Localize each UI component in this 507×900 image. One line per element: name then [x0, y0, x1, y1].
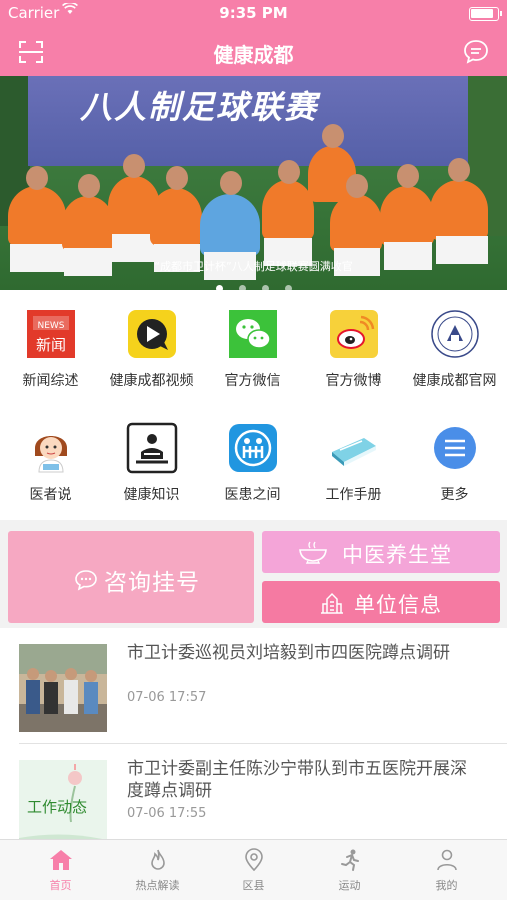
banner-page-indicator[interactable] — [0, 277, 507, 290]
home-icon — [49, 848, 73, 872]
doctor-avatar-icon — [25, 422, 77, 474]
news-icon: NEWS 新闻 — [25, 308, 77, 360]
flame-icon — [146, 848, 170, 872]
tab-label: 首页 — [49, 879, 72, 892]
page-title: 健康成都 — [213, 43, 294, 67]
grid-item-news[interactable]: NEWS 新闻 新闻综述 — [0, 308, 101, 390]
grid-item-label: 官方微信 — [224, 373, 281, 389]
banner-sign-text: 八人制足球联赛 — [80, 88, 319, 126]
nav-bar: 健康成都 — [0, 28, 507, 76]
news-thumbnail — [19, 644, 107, 732]
grid-item-label: 新闻综述 — [22, 373, 79, 389]
grid-item-website[interactable]: 健康成都官网 — [404, 308, 505, 390]
message-icon[interactable] — [463, 39, 489, 65]
grid-item-label: 健康知识 — [123, 487, 180, 503]
grid-item-wechat[interactable]: 官方微信 — [202, 308, 303, 390]
consult-register-label: 咨询挂号 — [104, 570, 200, 596]
building-icon — [320, 591, 344, 619]
wechat-icon — [227, 308, 279, 360]
grid-item-knowledge[interactable]: 健康知识 — [101, 422, 202, 504]
grid-item-label: 医者说 — [29, 487, 72, 503]
svg-text:NEWS: NEWS — [37, 321, 64, 331]
grid-item-doctor-patient[interactable]: 医患之间 — [202, 422, 303, 504]
news-list: 市卫计委巡视员刘培毅到市四医院蹲点调研 07-06 17:57 工作动态 市卫计… — [0, 628, 507, 839]
tab-bar: 首页 热点解读 区县 运动 我的 — [0, 839, 507, 900]
video-icon — [126, 308, 178, 360]
grid-item-label: 医患之间 — [224, 487, 281, 503]
tab-label: 我的 — [435, 879, 458, 892]
herbal-bowl-icon — [298, 540, 328, 568]
website-seal-icon — [429, 308, 481, 360]
tcm-wellness-button[interactable]: 中医养生堂 — [262, 531, 500, 573]
service-panel: 咨询挂号 中医养生堂 单位信息 — [0, 520, 507, 628]
weibo-icon — [328, 308, 380, 360]
banner-carousel[interactable]: 八人制足球联赛 “成都市卫计杯”八人制足球联赛圆满收官 — [0, 76, 507, 290]
more-icon — [429, 422, 481, 474]
tab-home[interactable]: 首页 — [10, 848, 111, 893]
grid-item-handbook[interactable]: 工作手册 — [303, 422, 404, 504]
tab-sports[interactable]: 运动 — [299, 848, 400, 893]
banner-caption: “成都市卫计杯”八人制足球联赛圆满收官 — [154, 260, 353, 273]
grid-item-label: 更多 — [440, 487, 469, 503]
location-icon — [242, 848, 266, 872]
news-title: 市卫计委巡视员刘培毅到市四医院蹲点调研 — [127, 643, 450, 663]
news-time: 07-06 17:57 — [127, 690, 207, 705]
grid-item-more[interactable]: 更多 — [404, 422, 505, 504]
unit-info-label: 单位信息 — [354, 593, 442, 617]
grid-item-label: 工作手册 — [325, 487, 382, 503]
grid-item-label: 官方微博 — [325, 373, 382, 389]
tab-districts[interactable]: 区县 — [203, 848, 304, 893]
grid-item-video[interactable]: 健康成都视频 — [101, 308, 202, 390]
news-thumbnail: 工作动态 — [19, 760, 107, 839]
news-item[interactable]: 工作动态 市卫计委副主任陈沙宁带队到市五医院开展深度蹲点调研 07-06 17:… — [0, 744, 507, 839]
knowledge-icon — [126, 422, 178, 474]
grid-item-label: 健康成都视频 — [109, 373, 194, 389]
svg-text:新闻: 新闻 — [35, 336, 65, 354]
function-grid: NEWS 新闻 新闻综述 健康成都视频 官方微信 官方微博 健康成都官网 医者说 — [0, 290, 507, 520]
clock: 9:35 PM — [219, 4, 288, 22]
grid-item-doctor-says[interactable]: 医者说 — [0, 422, 101, 504]
news-title: 市卫计委副主任陈沙宁带队到市五医院开展深度蹲点调研 — [127, 759, 467, 801]
grid-item-label: 健康成都官网 — [412, 373, 497, 389]
grid-item-weibo[interactable]: 官方微博 — [303, 308, 404, 390]
status-bar: Carrier 9:35 PM — [0, 0, 507, 28]
tab-mine[interactable]: 我的 — [396, 848, 497, 893]
tab-label: 热点解读 — [135, 879, 180, 892]
consult-register-button[interactable]: 咨询挂号 — [8, 531, 254, 623]
unit-info-button[interactable]: 单位信息 — [262, 581, 500, 623]
handbook-icon — [328, 422, 380, 474]
running-icon — [338, 848, 362, 872]
news-thumb-text: 工作动态 — [27, 798, 88, 816]
news-time: 07-06 17:55 — [127, 806, 207, 821]
doctor-patient-icon — [227, 422, 279, 474]
tcm-wellness-label: 中医养生堂 — [342, 543, 452, 567]
chat-bubble-icon — [74, 569, 98, 595]
tab-hot-topics[interactable]: 热点解读 — [107, 848, 208, 893]
tab-label: 运动 — [338, 879, 361, 892]
news-item[interactable]: 市卫计委巡视员刘培毅到市四医院蹲点调研 07-06 17:57 — [0, 628, 507, 744]
tab-label: 区县 — [242, 879, 265, 892]
battery-icon — [469, 7, 502, 21]
user-icon — [435, 848, 459, 872]
